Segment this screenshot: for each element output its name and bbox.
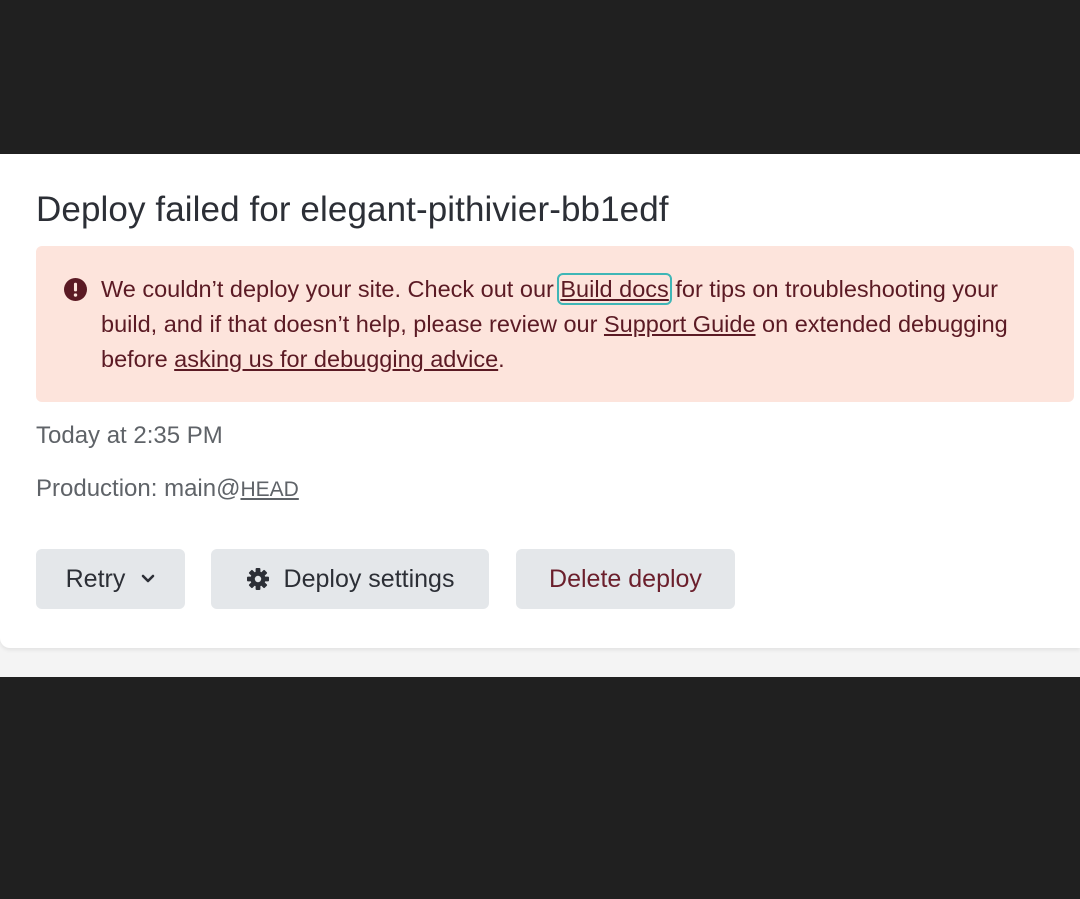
build-docs-link[interactable]: Build docs: [557, 273, 672, 305]
deploy-branch: Production: main@HEAD: [36, 475, 299, 503]
exclamation-circle-icon: [64, 278, 87, 301]
delete-deploy-label: Delete deploy: [549, 564, 702, 593]
retry-button[interactable]: Retry: [36, 549, 185, 609]
gear-icon: [246, 568, 269, 590]
bottom-letterbox: [0, 677, 1080, 899]
page: Deploy failed for elegant-pithivier-bb1e…: [0, 154, 1080, 677]
alert-text: We couldn’t deploy your site. Check out …: [101, 276, 561, 302]
support-guide-link[interactable]: Support Guide: [604, 311, 756, 337]
retry-label: Retry: [65, 564, 126, 593]
deploy-settings-label: Deploy settings: [283, 564, 455, 593]
alert-text: .: [498, 346, 505, 372]
error-alert: We couldn’t deploy your site. Check out …: [36, 246, 1074, 402]
chevron-down-icon: [142, 574, 155, 583]
top-letterbox: [0, 0, 1080, 154]
deploy-card: Deploy failed for elegant-pithivier-bb1e…: [0, 154, 1080, 648]
debugging-advice-link[interactable]: asking us for debugging advice: [174, 346, 498, 372]
commit-ref-link[interactable]: HEAD: [240, 478, 298, 501]
deploy-timestamp: Today at 2:35 PM: [36, 422, 223, 449]
deploy-settings-button[interactable]: Deploy settings: [211, 549, 489, 609]
page-title: Deploy failed for elegant-pithivier-bb1e…: [36, 190, 669, 229]
branch-prefix: Production: main@: [36, 475, 241, 502]
delete-deploy-button[interactable]: Delete deploy: [516, 549, 735, 609]
